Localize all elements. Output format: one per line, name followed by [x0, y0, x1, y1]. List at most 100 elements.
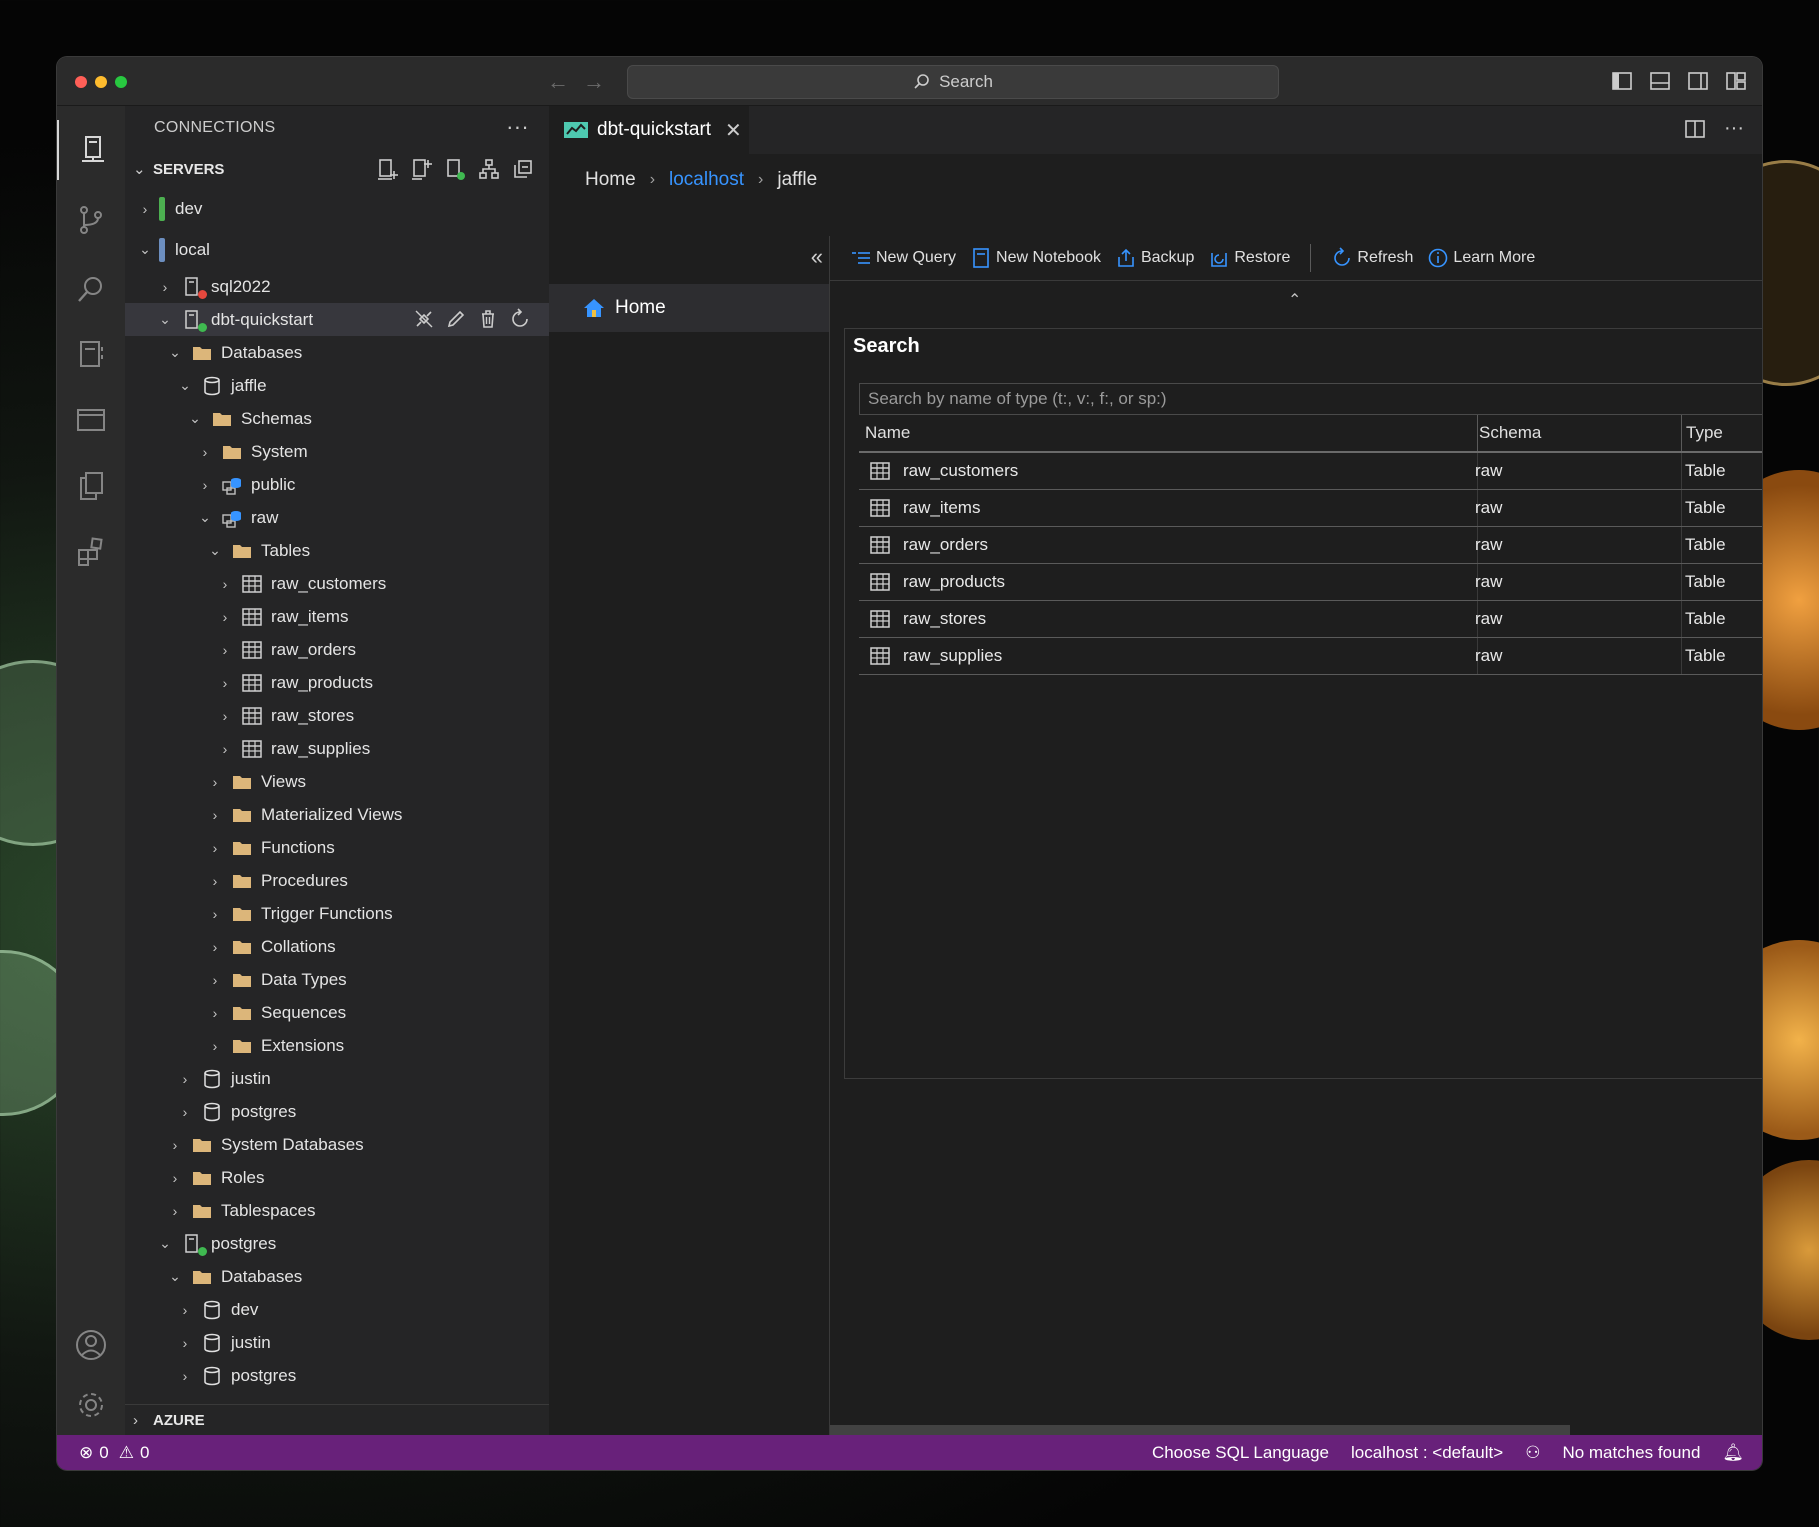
tree-item-folder[interactable]: › Sequences: [125, 996, 549, 1029]
chevron-right-icon[interactable]: ›: [215, 576, 235, 592]
minimize-window-button[interactable]: [95, 76, 107, 88]
chevron-down-icon[interactable]: ⌄: [165, 344, 185, 361]
chevron-down-icon[interactable]: ⌄: [155, 1235, 175, 1252]
tree-item-folder[interactable]: › Roles: [125, 1161, 549, 1194]
activity-source-control[interactable]: [57, 190, 125, 250]
azure-section-header[interactable]: › AZURE: [125, 1404, 549, 1435]
tree-item-folder[interactable]: › Trigger Functions: [125, 897, 549, 930]
tree-item-server[interactable]: ⌄ dbt-quickstart: [125, 303, 549, 336]
chevron-right-icon[interactable]: ›: [205, 873, 225, 889]
tree-item-group[interactable]: ⌄ local: [125, 229, 549, 270]
table-row[interactable]: raw_items raw Table: [859, 490, 1762, 527]
toggle-primary-sidebar-icon[interactable]: [1610, 69, 1634, 93]
toggle-panel-icon[interactable]: [1648, 69, 1672, 93]
restore-button[interactable]: Restore: [1208, 247, 1290, 269]
chevron-up-icon[interactable]: ⌃: [1288, 290, 1301, 310]
table-row[interactable]: raw_products raw Table: [859, 564, 1762, 601]
new-notebook-button[interactable]: New Notebook: [970, 247, 1101, 269]
backup-button[interactable]: Backup: [1115, 247, 1194, 269]
chevron-right-icon[interactable]: ›: [215, 708, 235, 724]
chevron-down-icon[interactable]: ⌄: [155, 311, 175, 328]
tree-item-server[interactable]: ⌄ postgres: [125, 1227, 549, 1260]
table-row[interactable]: raw_supplies raw Table: [859, 638, 1762, 675]
table-row[interactable]: raw_orders raw Table: [859, 527, 1762, 564]
choose-language-item[interactable]: Choose SQL Language: [1152, 1443, 1329, 1463]
refresh-icon[interactable]: [509, 308, 531, 330]
hierarchy-icon[interactable]: [477, 157, 501, 181]
activity-notebooks[interactable]: [57, 324, 125, 384]
toggle-secondary-sidebar-icon[interactable]: [1686, 69, 1710, 93]
chevron-right-icon[interactable]: ›: [215, 741, 235, 757]
tree-item-database[interactable]: › postgres: [125, 1359, 549, 1392]
tree-item-folder[interactable]: › Materialized Views: [125, 798, 549, 831]
activity-settings[interactable]: [57, 1375, 125, 1435]
chevron-right-icon[interactable]: ›: [215, 675, 235, 691]
activity-connections[interactable]: [57, 120, 127, 180]
chevron-right-icon[interactable]: ›: [165, 1170, 185, 1186]
new-query-button[interactable]: New Query: [850, 247, 956, 269]
tree-item-folder[interactable]: › System: [125, 435, 549, 468]
chevron-right-icon[interactable]: ›: [195, 444, 215, 460]
tree-item-folder[interactable]: › Data Types: [125, 963, 549, 996]
chevron-right-icon[interactable]: ›: [175, 1104, 195, 1120]
chevron-right-icon[interactable]: ›: [205, 939, 225, 955]
tree-item-database[interactable]: › postgres: [125, 1095, 549, 1128]
tree-item-folder[interactable]: › Procedures: [125, 864, 549, 897]
activity-accounts[interactable]: [57, 1315, 125, 1375]
chevron-down-icon[interactable]: ⌄: [195, 509, 215, 526]
chevron-right-icon[interactable]: ›: [205, 972, 225, 988]
tree-item-table[interactable]: › raw_customers: [125, 567, 549, 600]
tree-item-folder[interactable]: › Views: [125, 765, 549, 798]
tree-item-folder[interactable]: ⌄ Tables: [125, 534, 549, 567]
chevron-right-icon[interactable]: ›: [155, 279, 175, 295]
edit-icon[interactable]: [445, 308, 467, 330]
chevron-down-icon[interactable]: ⌄: [175, 377, 195, 394]
new-server-group-icon[interactable]: [409, 157, 433, 181]
chevron-right-icon[interactable]: ›: [205, 1038, 225, 1054]
chevron-right-icon[interactable]: ›: [205, 774, 225, 790]
servers-section-header[interactable]: ⌄ SERVERS: [125, 150, 549, 188]
collapse-panel-icon[interactable]: «: [811, 244, 823, 270]
activity-search[interactable]: [57, 260, 125, 320]
refresh-button[interactable]: Refresh: [1331, 247, 1413, 269]
object-search-input[interactable]: Search by name of type (t:, v:, f:, or s…: [859, 383, 1762, 415]
chevron-right-icon[interactable]: ›: [215, 642, 235, 658]
chevron-right-icon[interactable]: ›: [175, 1302, 195, 1318]
zoom-window-button[interactable]: [115, 76, 127, 88]
activity-extensions[interactable]: [57, 522, 125, 582]
chevron-right-icon[interactable]: ›: [205, 840, 225, 856]
tree-item-folder[interactable]: › Collations: [125, 930, 549, 963]
tree-item-table[interactable]: › raw_supplies: [125, 732, 549, 765]
breadcrumb-server-link[interactable]: localhost: [669, 169, 744, 191]
tree-item-folder[interactable]: › Extensions: [125, 1029, 549, 1062]
chevron-right-icon[interactable]: ›: [165, 1203, 185, 1219]
chevron-right-icon[interactable]: ›: [135, 201, 155, 217]
tree-item-table[interactable]: › raw_orders: [125, 633, 549, 666]
horizontal-scrollbar[interactable]: [830, 1425, 1570, 1435]
close-window-button[interactable]: [75, 76, 87, 88]
problems-status[interactable]: ⊗ 0 ⚠ 0: [79, 1443, 149, 1463]
column-divider[interactable]: [1681, 415, 1682, 451]
chevron-right-icon[interactable]: ›: [215, 609, 235, 625]
chevron-right-icon[interactable]: ›: [195, 477, 215, 493]
tree-item-folder[interactable]: › Functions: [125, 831, 549, 864]
activity-query-history[interactable]: [57, 390, 125, 450]
delete-icon[interactable]: [477, 308, 499, 330]
tree-item-schema[interactable]: ⌄ raw: [125, 501, 549, 534]
tree-item-table[interactable]: › raw_stores: [125, 699, 549, 732]
breadcrumb-home[interactable]: Home: [585, 169, 636, 191]
back-arrow-icon[interactable]: ←: [547, 69, 569, 95]
chevron-right-icon[interactable]: ›: [205, 1005, 225, 1021]
tree-item-folder[interactable]: › System Databases: [125, 1128, 549, 1161]
column-header-type[interactable]: Type: [1686, 423, 1723, 443]
active-connections-icon[interactable]: [443, 157, 467, 181]
table-row[interactable]: raw_customers raw Table: [859, 453, 1762, 490]
learn-more-button[interactable]: Learn More: [1427, 247, 1535, 269]
customize-layout-icon[interactable]: [1724, 69, 1748, 93]
split-editor-icon[interactable]: [1684, 118, 1706, 140]
column-divider[interactable]: [1477, 415, 1478, 451]
chevron-down-icon[interactable]: ⌄: [165, 1268, 185, 1285]
nav-item-home[interactable]: Home: [549, 284, 829, 332]
tree-item-schema[interactable]: › public: [125, 468, 549, 501]
activity-explorer[interactable]: [57, 456, 125, 516]
